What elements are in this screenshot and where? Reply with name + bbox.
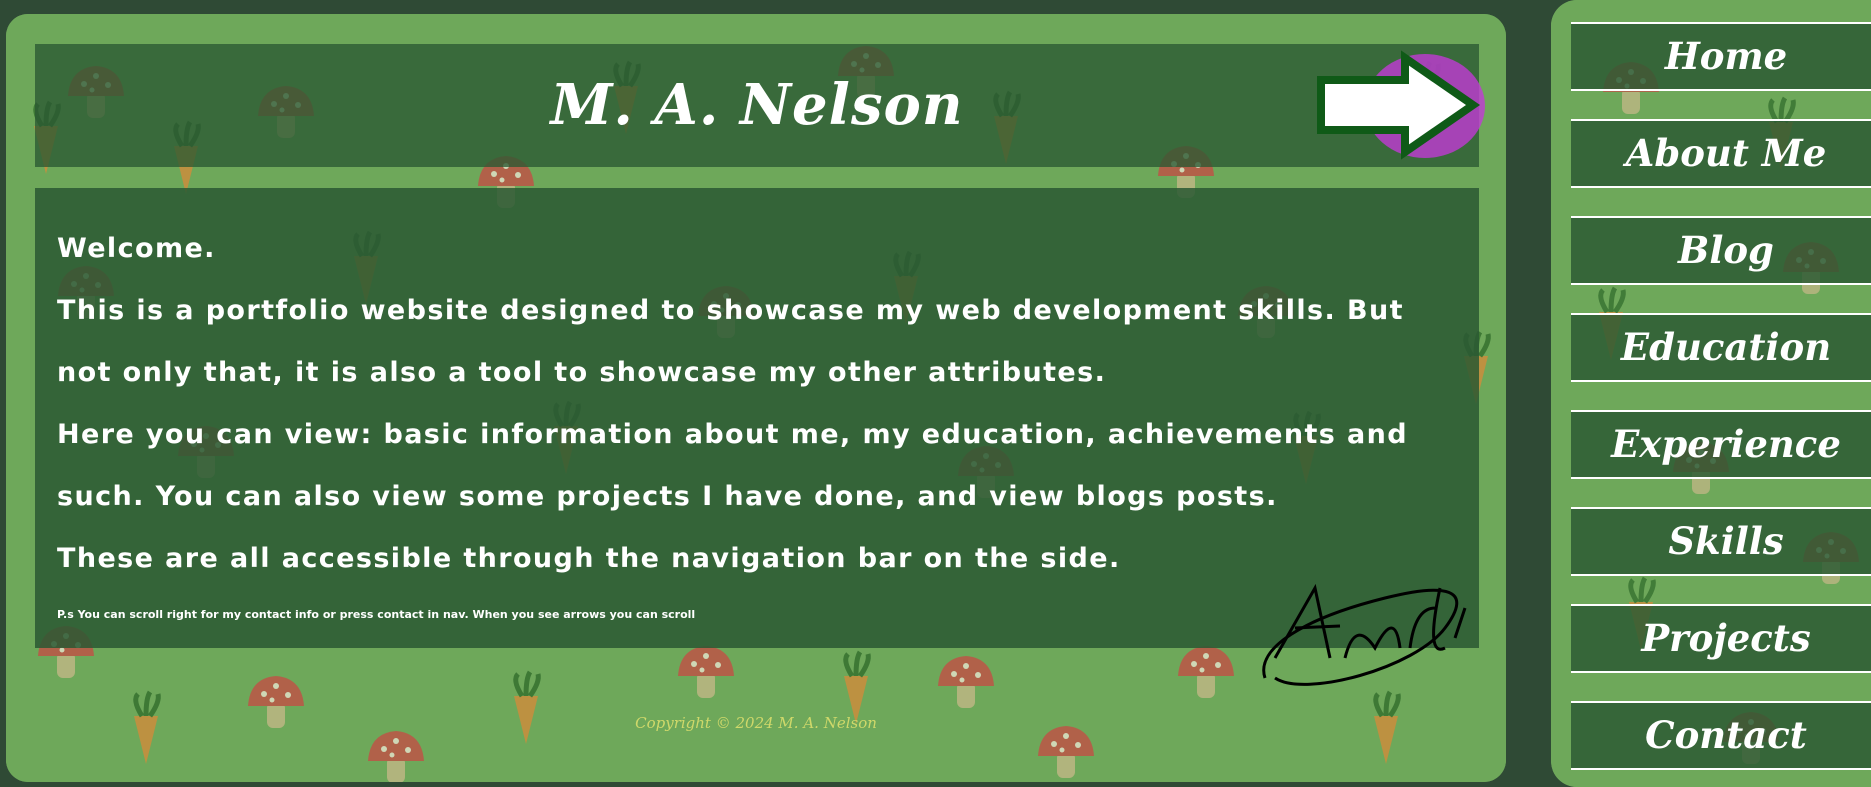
- nav-item-skills[interactable]: Skills: [1571, 507, 1871, 576]
- nav-item-contact[interactable]: Contact: [1571, 701, 1871, 770]
- intro-paragraph: This is a portfolio website designed to …: [57, 295, 1404, 388]
- nav-list: Home About Me Blog Education Experience …: [1571, 22, 1871, 787]
- copyright-text: Copyright © 2024 M. A. Nelson: [635, 714, 877, 732]
- welcome-text: Welcome. This is a portfolio website des…: [57, 218, 1457, 590]
- nav-item-projects[interactable]: Projects: [1571, 604, 1871, 673]
- signature-icon: [1262, 583, 1467, 686]
- main-panel: M. A. Nelson Welcome. This is a portfoli…: [6, 14, 1506, 782]
- nav-item-about-me[interactable]: About Me: [1571, 119, 1871, 188]
- site-title: M. A. Nelson: [550, 72, 964, 138]
- sidebar-nav: Home About Me Blog Education Experience …: [1551, 0, 1871, 787]
- nav-item-blog[interactable]: Blog: [1571, 216, 1871, 285]
- header-bar: M. A. Nelson: [35, 44, 1485, 167]
- nav-item-experience[interactable]: Experience: [1571, 410, 1871, 479]
- ps-note: P.s You can scroll right for my contact …: [57, 608, 696, 621]
- nav-item-home[interactable]: Home: [1571, 22, 1871, 91]
- welcome-heading: Welcome.: [57, 233, 216, 264]
- right-arrow-icon[interactable]: [1313, 50, 1485, 160]
- nav-item-education[interactable]: Education: [1571, 313, 1871, 382]
- details-paragraph: Here you can view: basic information abo…: [57, 419, 1408, 512]
- welcome-content-box: Welcome. This is a portfolio website des…: [35, 188, 1479, 686]
